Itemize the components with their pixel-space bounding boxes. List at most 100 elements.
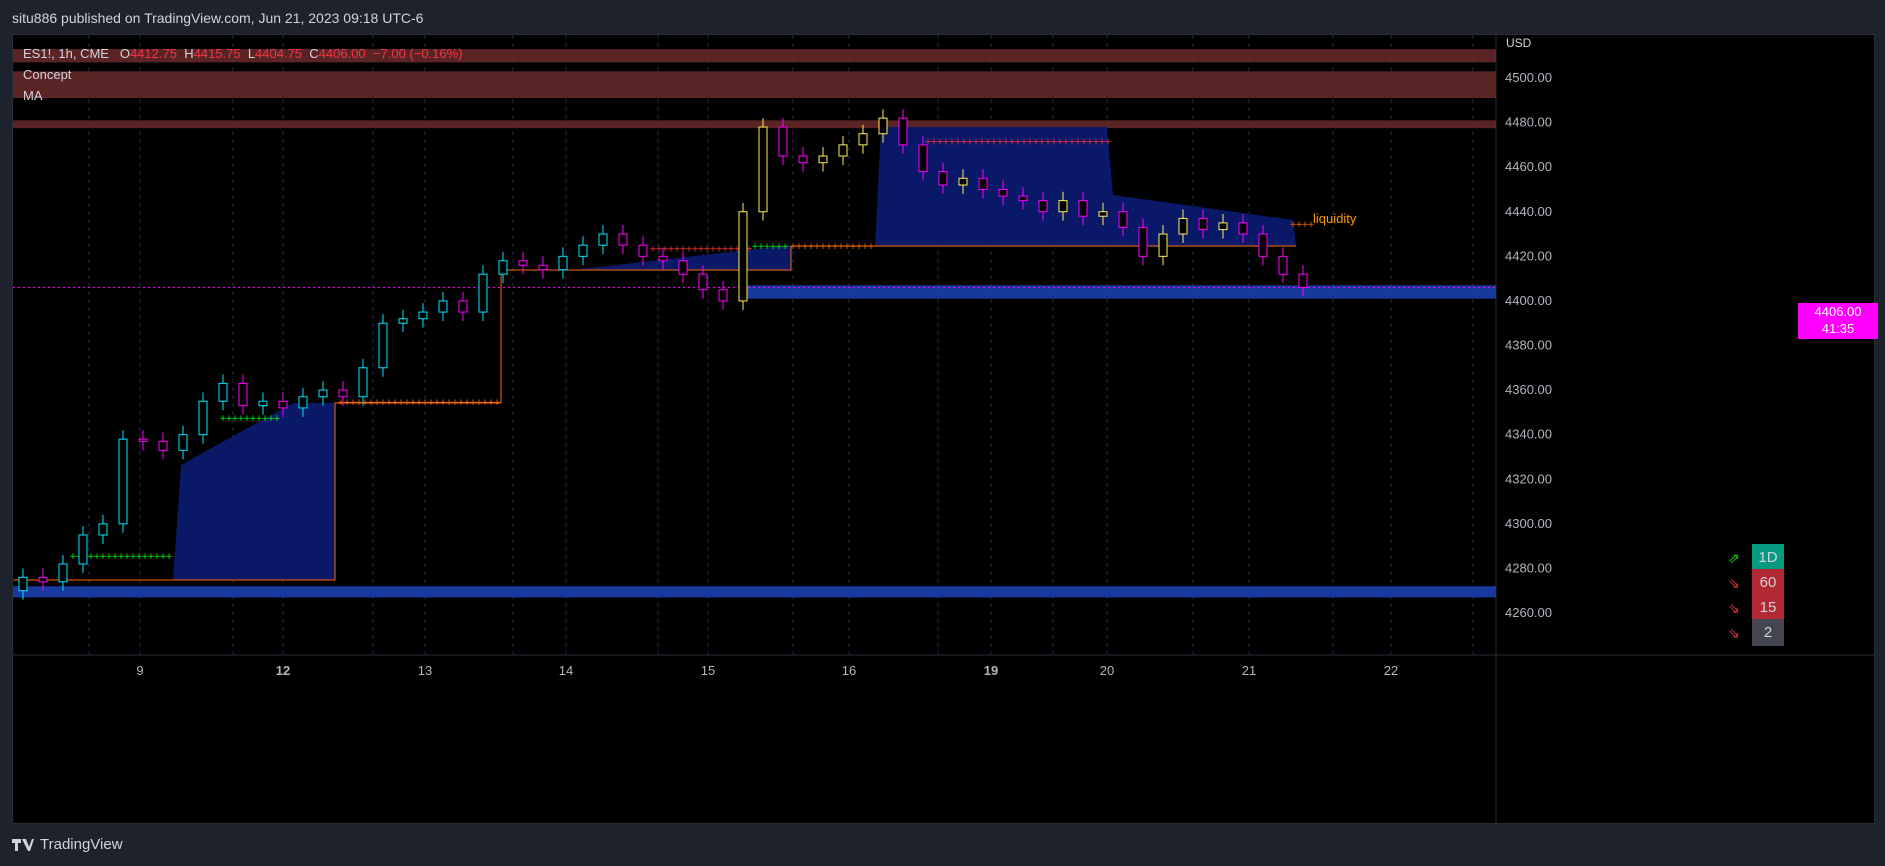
candle-body <box>518 260 528 266</box>
low-label: L <box>247 46 256 61</box>
candle-body <box>858 133 868 146</box>
candle-body <box>218 382 228 402</box>
chart-frame[interactable]: + + + + + + + + + + + + + + + + + + + + + + + + + + + + + + + + + + + + + + + +… <box>12 34 1878 824</box>
indicator-ma[interactable]: MA <box>23 85 463 106</box>
y-tick-label: 4320.00 <box>1505 471 1552 486</box>
candle-body <box>1018 195 1028 202</box>
price-chart[interactable]: + +++++++++++++++++++++++++++++++++++++++… <box>13 35 1874 823</box>
level-marker: + <box>493 398 501 408</box>
close-value: 4406.00 <box>318 46 366 61</box>
x-tick-label: 15 <box>701 663 715 678</box>
candle-body <box>1218 222 1228 231</box>
y-tick-label: 4380.00 <box>1505 338 1552 353</box>
current-price-tag: 4406.00 41:35 <box>1798 303 1878 339</box>
publish-bar: situ886 published on TradingView.com, Ju… <box>0 0 1885 34</box>
footer-bar: TradingView <box>0 822 1885 866</box>
candle-body <box>878 117 888 135</box>
y-tick-label: 4300.00 <box>1505 516 1552 531</box>
tf-1d[interactable]: 1D <box>1752 544 1784 571</box>
candle-body <box>498 260 508 275</box>
candle-body <box>98 523 108 536</box>
candle-body <box>378 322 388 369</box>
candle-body <box>818 155 828 164</box>
candle-body <box>778 126 788 157</box>
candle-body <box>538 264 548 271</box>
candle-body <box>1098 211 1108 217</box>
y-tick-label: 4400.00 <box>1505 293 1552 308</box>
open-value: 4412.75 <box>129 46 177 61</box>
candle-body <box>18 576 28 592</box>
high-label: H <box>184 46 194 61</box>
candle-body <box>1158 233 1168 257</box>
candle-body <box>898 117 908 146</box>
trend-down-arrow-icon: ⇘ <box>1728 600 1740 616</box>
candle-body <box>958 177 968 186</box>
high-value: 4415.75 <box>193 46 241 61</box>
tf-15[interactable]: 15 <box>1752 594 1784 621</box>
y-tick-label: 4340.00 <box>1505 427 1552 442</box>
candle-body <box>1278 255 1288 275</box>
candle-body <box>118 438 128 525</box>
x-tick-label: 12 <box>276 663 290 678</box>
candle-body <box>258 400 268 407</box>
candle-body <box>678 260 688 275</box>
candle-body <box>38 576 48 583</box>
candle-body <box>1078 200 1088 217</box>
candle-body <box>1298 273 1308 289</box>
chart-legend: ES1!, 1h, CME O4412.75 H4415.75 L4404.75… <box>23 43 463 106</box>
candle-body <box>938 171 948 186</box>
candle-body <box>338 389 348 398</box>
candle-body <box>618 233 628 246</box>
change-value: −7.00 (−0.16%) <box>372 46 463 61</box>
candle-body <box>1118 211 1128 228</box>
tradingview-logo-icon <box>12 838 34 851</box>
symbol-label[interactable]: ES1!, 1h, CME <box>23 46 109 61</box>
open-label: O <box>119 46 130 61</box>
supply-zone <box>13 120 1496 129</box>
demand-zone <box>13 586 1496 598</box>
candle-body <box>798 155 808 164</box>
candle-body <box>398 318 408 324</box>
candle-body <box>1058 200 1068 213</box>
tf-2[interactable]: 2 <box>1752 619 1784 646</box>
y-tick-label: 4260.00 <box>1505 605 1552 620</box>
y-tick-label: 4480.00 <box>1505 115 1552 130</box>
level-marker: + <box>1104 137 1112 147</box>
x-tick-label: 14 <box>559 663 573 678</box>
indicator-concept[interactable]: Concept <box>23 64 463 85</box>
trend-up-arrow-icon: ⇗ <box>1728 550 1740 566</box>
y-tick-label: 4500.00 <box>1505 70 1552 85</box>
y-tick-label: 4440.00 <box>1505 204 1552 219</box>
y-tick-label: 4360.00 <box>1505 382 1552 397</box>
brand-name: TradingView <box>40 836 123 853</box>
x-tick-label: 20 <box>1100 663 1114 678</box>
candle-body <box>158 440 168 451</box>
candle-body <box>458 300 468 313</box>
candle-body <box>978 177 988 190</box>
x-tick-label: 21 <box>1242 663 1256 678</box>
low-value: 4404.75 <box>255 46 303 61</box>
candle-body <box>1238 222 1248 235</box>
ohlc-row: ES1!, 1h, CME O4412.75 H4415.75 L4404.75… <box>23 43 463 64</box>
bar-countdown: 41:35 <box>1821 321 1855 336</box>
trend-down-arrow-icon: ⇘ <box>1728 625 1740 641</box>
liquidity-label: liquidity <box>1313 211 1357 226</box>
tradingview-brand[interactable]: TradingView <box>12 836 123 853</box>
candle-body <box>1258 233 1268 257</box>
candle-body <box>438 300 448 313</box>
candle-body <box>358 367 368 398</box>
y-tick-label: 4460.00 <box>1505 159 1552 174</box>
candle-body <box>238 382 248 407</box>
candle-body <box>1178 217 1188 235</box>
x-tick-label: 19 <box>984 663 998 678</box>
candle-body <box>598 233 608 246</box>
x-tick-label: 13 <box>418 663 432 678</box>
trend-down-arrow-icon: ⇘ <box>1728 575 1740 591</box>
y-tick-label: 4280.00 <box>1505 560 1552 575</box>
candle-body <box>298 396 308 409</box>
candle-body <box>78 534 88 565</box>
candle-body <box>718 289 728 302</box>
tf-60[interactable]: 60 <box>1752 569 1784 596</box>
candle-body <box>638 244 648 257</box>
candle-body <box>918 144 928 173</box>
